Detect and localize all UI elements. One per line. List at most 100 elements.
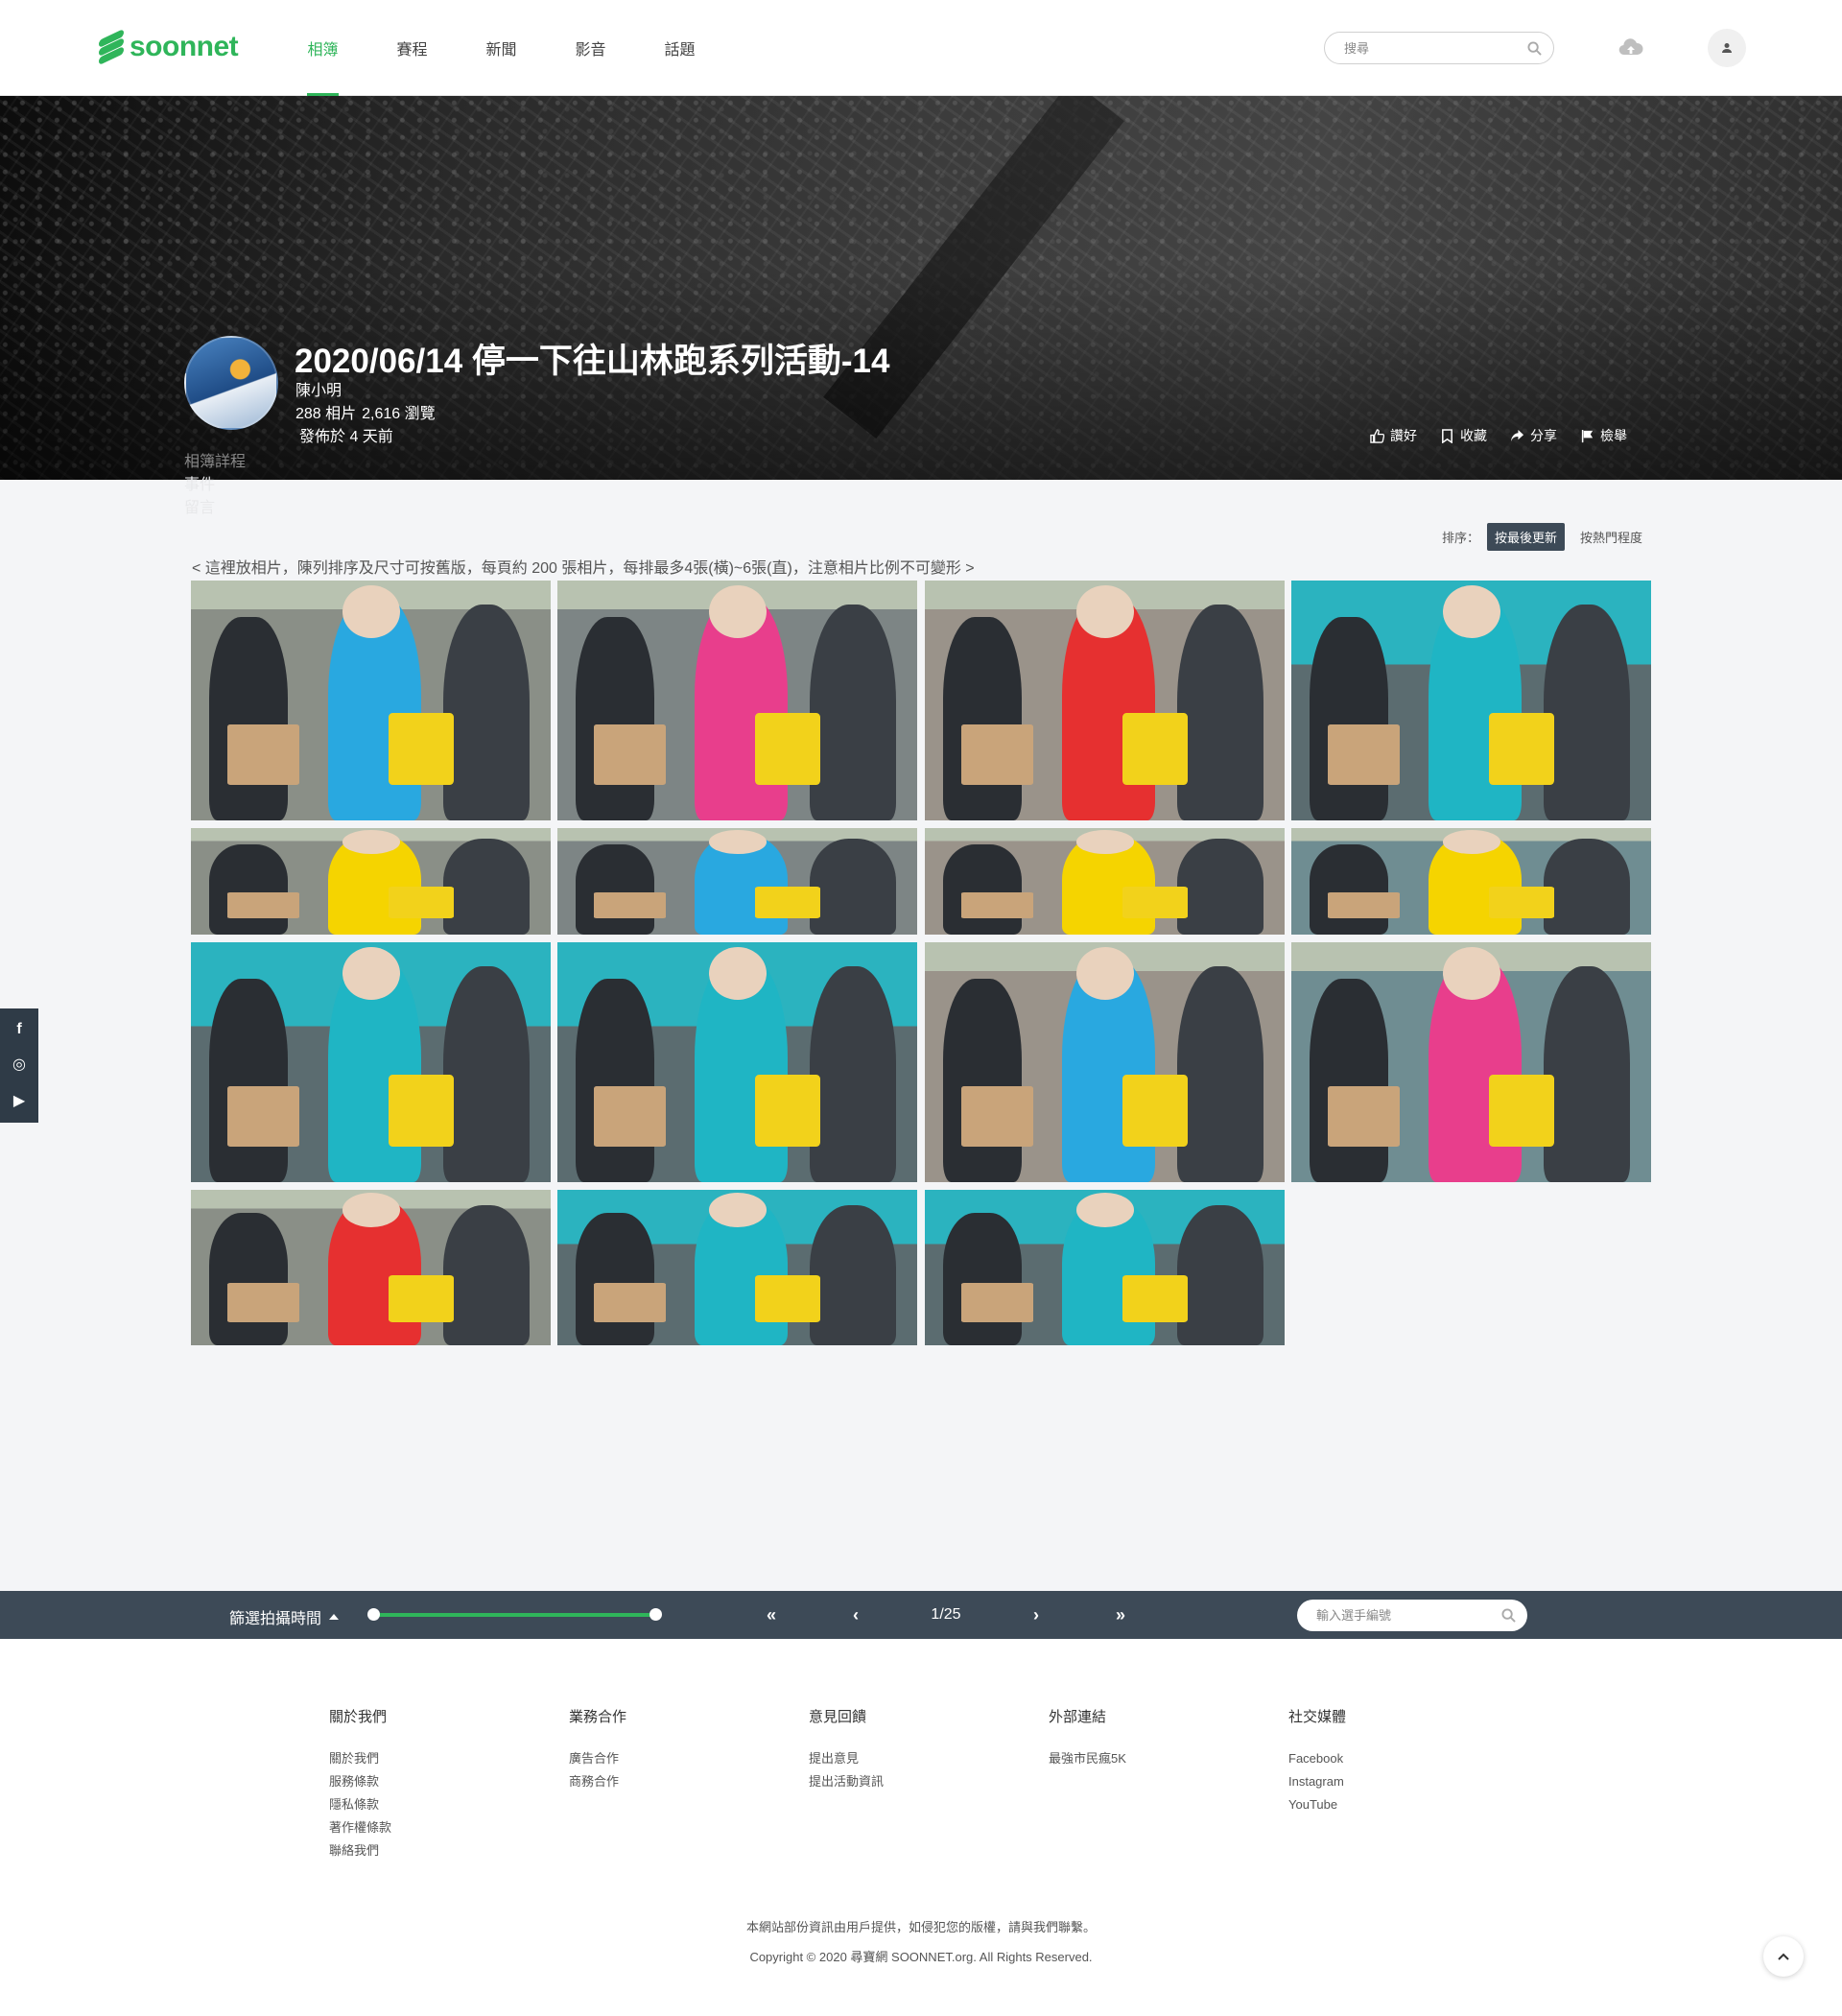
photo-content — [1489, 712, 1554, 785]
photo-content — [593, 1283, 666, 1322]
pager: « ‹ 1/25 › » — [729, 1591, 1163, 1639]
prev-page-button[interactable]: ‹ — [814, 1605, 898, 1625]
logo-mark-icon — [99, 28, 124, 66]
photo-content — [593, 1086, 666, 1147]
slider-end-handle[interactable] — [649, 1608, 662, 1621]
photo-content — [1543, 839, 1630, 935]
instagram-icon[interactable]: ◎ — [12, 1055, 26, 1074]
photo-thumbnail[interactable] — [191, 581, 551, 820]
share-button[interactable]: 分享 — [1510, 426, 1557, 445]
footer-link[interactable]: 商務合作 — [569, 1770, 626, 1793]
site-header: soonnet 相簿 賽程 新聞 影音 話題 — [0, 0, 1842, 96]
photo-content — [960, 1283, 1033, 1322]
next-page-button[interactable]: › — [994, 1605, 1078, 1625]
cloud-upload-icon[interactable] — [1618, 35, 1644, 61]
photo-thumbnail[interactable] — [191, 1190, 551, 1345]
photo-thumbnail[interactable] — [191, 942, 551, 1182]
photo-content — [1309, 616, 1389, 820]
time-filter-toggle[interactable]: 篩選拍攝時間 — [229, 1605, 340, 1628]
album-owner-avatar[interactable] — [184, 336, 278, 430]
photo-thumbnail[interactable] — [191, 828, 551, 935]
back-to-top-button[interactable] — [1763, 1936, 1804, 1977]
search-input[interactable] — [1344, 40, 1527, 56]
photo-thumbnail[interactable] — [1291, 942, 1651, 1182]
photo-thumbnail[interactable] — [557, 1190, 917, 1345]
photo-content — [755, 712, 820, 785]
footer-link[interactable]: 提出意見 — [809, 1747, 884, 1770]
tab-events[interactable]: 事件 — [184, 474, 246, 497]
photo-content — [1176, 1205, 1263, 1345]
layout-note: < 這裡放相片，陳列排序及尺寸可按舊版，每頁約 200 張相片，每排最多4張(橫… — [192, 560, 975, 577]
footer-link[interactable]: 隱私條款 — [329, 1793, 391, 1816]
photo-thumbnail[interactable] — [557, 942, 917, 1182]
photo-content — [1327, 724, 1400, 785]
search-box — [1324, 32, 1554, 64]
user-avatar-button[interactable] — [1708, 29, 1746, 67]
photo-content — [575, 978, 655, 1182]
first-page-button[interactable]: « — [729, 1605, 814, 1625]
site-footer: 關於我們 關於我們 服務條款 隱私條款 著作權條款 聯絡我們 業務合作 廣告合作… — [0, 1639, 1842, 2016]
photo-thumbnail[interactable] — [1291, 828, 1651, 935]
slider-start-handle[interactable] — [367, 1608, 380, 1621]
album-info: 2020/06/14 停一下往山林跑系列活動-14 陳小明 288 相片 2,6… — [0, 96, 1842, 480]
photo-content — [1309, 843, 1389, 935]
footer-col-social: 社交媒體 Facebook Instagram YouTube — [1288, 1706, 1346, 1816]
bookmark-button[interactable]: 收藏 — [1440, 426, 1487, 445]
nav-topics[interactable]: 話題 — [635, 0, 724, 96]
photo-thumbnail[interactable] — [557, 581, 917, 820]
footer-col-title: 業務合作 — [569, 1709, 627, 1725]
nav-albums[interactable]: 相簿 — [278, 0, 367, 96]
photo-thumbnail[interactable] — [925, 1190, 1285, 1345]
photo-content — [809, 605, 896, 820]
main-nav: 相簿 賽程 新聞 影音 話題 — [278, 0, 724, 96]
album-author[interactable]: 陳小明 — [295, 377, 342, 400]
footer-link[interactable]: 提出活動資訊 — [809, 1770, 884, 1793]
tab-comments[interactable]: 留言 — [184, 497, 246, 520]
footer-link[interactable]: YouTube — [1288, 1793, 1346, 1816]
footer-link[interactable]: 最強市民瘋5K — [1049, 1747, 1126, 1770]
footer-col-title: 社交媒體 — [1288, 1709, 1347, 1725]
footer-link[interactable]: 廣告合作 — [569, 1747, 626, 1770]
photo-content — [1442, 830, 1500, 854]
nav-events[interactable]: 賽程 — [367, 0, 457, 96]
youtube-icon[interactable]: ▶ — [13, 1091, 25, 1110]
photo-content — [1122, 887, 1188, 919]
photo-content — [389, 1275, 454, 1322]
photo-content — [575, 843, 655, 935]
photo-content — [575, 616, 655, 820]
photo-content — [1075, 585, 1134, 638]
photo-thumbnail[interactable] — [1291, 581, 1651, 820]
tab-album-details[interactable]: 相簿詳程 — [184, 451, 246, 474]
photo-content — [442, 1205, 530, 1345]
last-page-button[interactable]: » — [1078, 1605, 1163, 1625]
photo-content — [755, 1275, 820, 1322]
photo-thumbnail[interactable] — [925, 828, 1285, 935]
footer-link[interactable]: 關於我們 — [329, 1747, 391, 1770]
nav-news[interactable]: 新聞 — [457, 0, 546, 96]
footer-link[interactable]: 服務條款 — [329, 1770, 391, 1793]
footer-link[interactable]: 聯絡我們 — [329, 1839, 391, 1862]
bib-number-input[interactable] — [1316, 1608, 1501, 1623]
photo-content — [960, 891, 1033, 919]
like-button[interactable]: 讚好 — [1370, 426, 1417, 445]
photo-thumbnail[interactable] — [925, 942, 1285, 1182]
footer-link[interactable]: Facebook — [1288, 1747, 1346, 1770]
footer-col-title: 關於我們 — [329, 1709, 388, 1725]
footer-link[interactable]: 著作權條款 — [329, 1816, 391, 1839]
search-icon[interactable] — [1527, 40, 1542, 56]
photo-thumbnail[interactable] — [557, 828, 917, 935]
report-button[interactable]: 檢舉 — [1580, 426, 1627, 445]
soonnet-logo[interactable]: soonnet — [99, 28, 239, 66]
photo-content — [755, 887, 820, 919]
search-icon[interactable] — [1501, 1608, 1516, 1623]
sort-popular-button[interactable]: 按熱門程度 — [1572, 523, 1650, 551]
photo-thumbnail[interactable] — [925, 581, 1285, 820]
photo-content — [942, 978, 1023, 1182]
nav-videos[interactable]: 影音 — [546, 0, 635, 96]
sort-latest-button[interactable]: 按最後更新 — [1487, 523, 1566, 551]
logo-text: soonnet — [130, 31, 239, 62]
facebook-icon[interactable]: f — [16, 1021, 21, 1038]
footer-link[interactable]: Instagram — [1288, 1770, 1346, 1793]
time-range-slider[interactable] — [367, 1608, 662, 1621]
photo-content — [1075, 947, 1134, 1000]
